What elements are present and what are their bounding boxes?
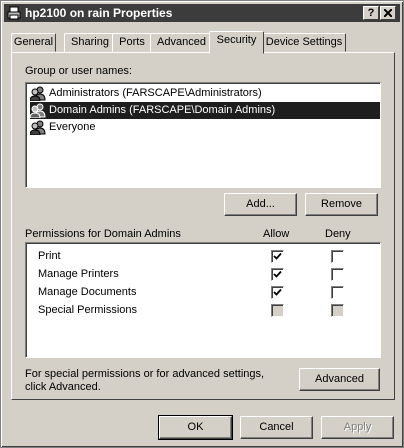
allow-checkbox[interactable] xyxy=(271,268,284,281)
permission-name: Manage Printers xyxy=(38,268,119,280)
properties-dialog: hp2100 on rain Properties ? General Shar… xyxy=(0,0,404,448)
user-group-icon xyxy=(30,120,46,135)
user-group-icon xyxy=(30,86,46,101)
printer-icon xyxy=(7,6,21,20)
tab-advanced[interactable]: Advanced xyxy=(150,33,213,52)
apply-button[interactable]: Apply xyxy=(321,416,394,439)
user-group-icon xyxy=(30,103,46,118)
help-button[interactable]: ? xyxy=(363,6,379,20)
ok-button[interactable]: OK xyxy=(158,415,233,440)
user-name: Domain Admins (FARSCAPE\Domain Admins) xyxy=(49,104,276,116)
tab-sharing[interactable]: Sharing xyxy=(64,33,116,52)
advanced-button[interactable]: Advanced xyxy=(299,368,380,391)
permission-row: Special Permissions xyxy=(26,302,376,320)
close-icon xyxy=(384,9,392,17)
window-title: hp2100 on rain Properties xyxy=(25,6,173,20)
allow-header: Allow xyxy=(263,228,290,240)
user-name: Administrators (FARSCAPE\Administrators) xyxy=(49,87,262,99)
close-button[interactable] xyxy=(380,6,396,20)
tab-device-settings[interactable]: Device Settings xyxy=(262,33,346,52)
user-name: Everyone xyxy=(49,121,96,133)
permission-row: Manage Printers xyxy=(26,266,376,284)
add-button[interactable]: Add... xyxy=(224,193,297,216)
permission-row: Print xyxy=(26,248,376,266)
checkmark-icon xyxy=(273,270,282,278)
tab-strip: General Sharing Ports Advanced Security … xyxy=(11,31,395,54)
permission-name: Print xyxy=(38,250,61,262)
group-names-label: Group or user names: xyxy=(25,65,132,77)
tab-general[interactable]: General xyxy=(11,33,56,52)
checkmark-icon xyxy=(273,252,282,260)
allow-checkbox[interactable] xyxy=(271,250,284,263)
list-item[interactable]: Everyone xyxy=(30,119,380,136)
permission-name: Manage Documents xyxy=(38,286,137,298)
permissions-list: Print Manage Printers Manage Documents S… xyxy=(25,242,381,358)
deny-checkbox[interactable] xyxy=(331,286,344,299)
list-item-selected[interactable]: Domain Admins (FARSCAPE\Domain Admins) xyxy=(30,102,380,119)
allow-checkbox[interactable] xyxy=(271,304,284,317)
tab-security[interactable]: Security xyxy=(209,31,264,54)
allow-checkbox[interactable] xyxy=(271,286,284,299)
permission-name: Special Permissions xyxy=(38,304,138,316)
remove-button[interactable]: Remove xyxy=(305,193,378,216)
permissions-label: Permissions for Domain Admins xyxy=(25,228,181,240)
deny-checkbox[interactable] xyxy=(331,304,344,317)
checkmark-icon xyxy=(273,288,282,296)
cancel-button[interactable]: Cancel xyxy=(240,416,313,439)
tab-ports[interactable]: Ports xyxy=(112,33,152,52)
permission-row: Manage Documents xyxy=(26,284,376,302)
advanced-note: For special permissions or for advanced … xyxy=(25,368,265,380)
title-bar[interactable]: hp2100 on rain Properties ? xyxy=(4,4,400,22)
list-item[interactable]: Administrators (FARSCAPE\Administrators) xyxy=(30,85,380,102)
deny-header: Deny xyxy=(325,228,351,240)
deny-checkbox[interactable] xyxy=(331,268,344,281)
user-list[interactable]: Administrators (FARSCAPE\Administrators)… xyxy=(25,82,381,188)
deny-checkbox[interactable] xyxy=(331,250,344,263)
security-panel: Group or user names: Administrators (FAR… xyxy=(11,52,395,400)
advanced-note-line2: click Advanced. xyxy=(25,381,101,393)
